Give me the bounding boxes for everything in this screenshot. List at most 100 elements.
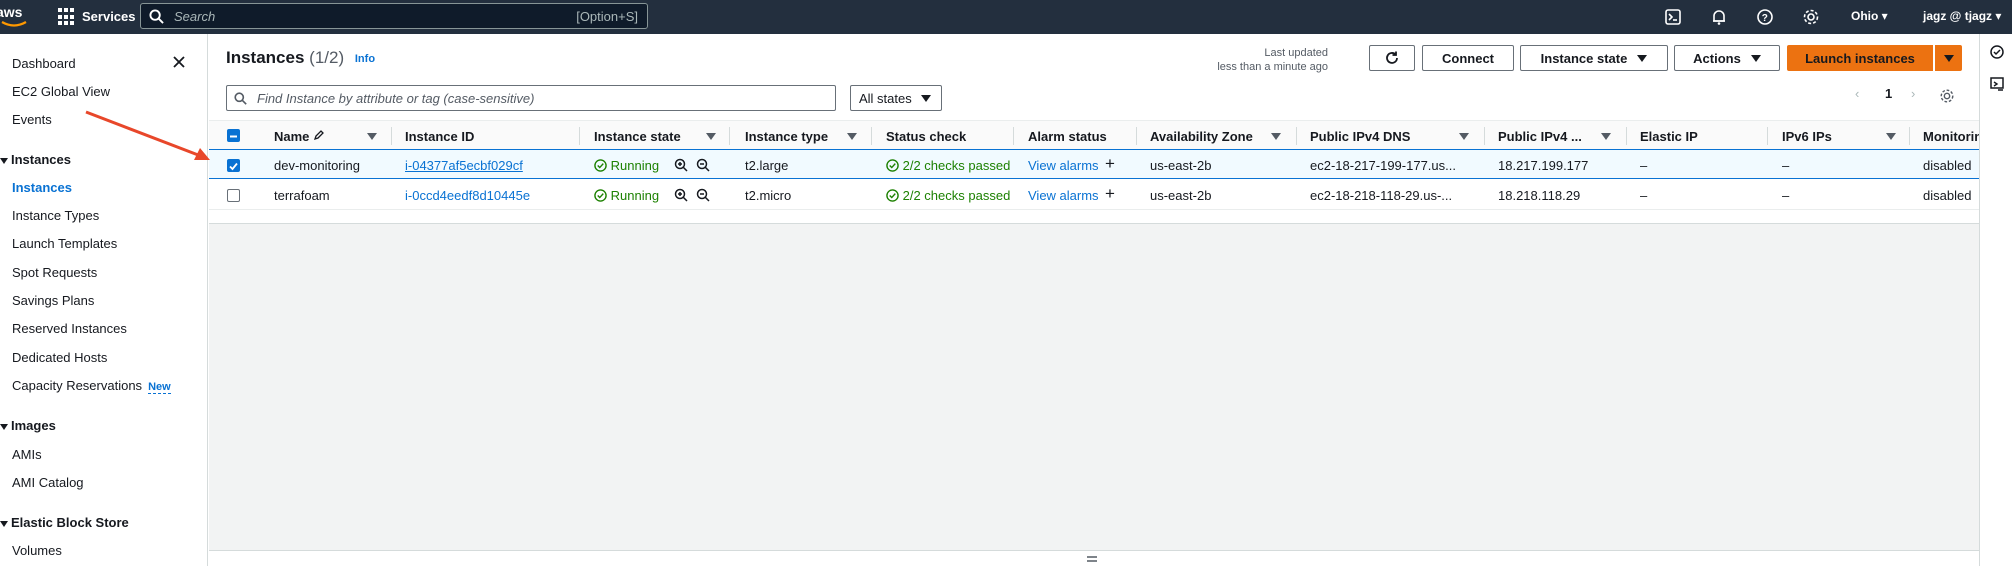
sidebar-item-ec2-global-view[interactable]: EC2 Global View	[12, 84, 110, 99]
table-row[interactable]: terrafoam i-0ccd4eedf8d10445e Running t2…	[209, 180, 1979, 210]
table-row[interactable]: dev-monitoring i-04377af5ecbf029cf Runni…	[209, 149, 1979, 179]
close-sidebar-icon[interactable]	[172, 55, 186, 69]
sort-icon[interactable]	[1886, 133, 1896, 140]
previous-page-icon[interactable]: ‹	[1855, 86, 1859, 101]
sidebar-item-ami-catalog[interactable]: AMI Catalog	[12, 475, 84, 490]
column-divider[interactable]	[1484, 127, 1485, 145]
column-divider[interactable]	[391, 127, 392, 145]
sort-icon[interactable]	[1459, 133, 1469, 140]
column-divider[interactable]	[729, 127, 730, 145]
instance-filter-input[interactable]: Find Instance by attribute or tag (case-…	[226, 85, 836, 111]
launch-instances-button[interactable]: Launch instances	[1787, 45, 1933, 71]
column-header-elastic-ip[interactable]: Elastic IP	[1640, 129, 1698, 144]
user-label: jagz @ tjagz	[1923, 9, 1993, 23]
column-header-public-ipv4-dns[interactable]: Public IPv4 DNS	[1310, 129, 1410, 144]
settings-gear-icon[interactable]	[1802, 8, 1820, 26]
split-panel-icon[interactable]	[1989, 76, 2005, 92]
instance-id-link[interactable]: i-0ccd4eedf8d10445e	[405, 188, 530, 203]
row-checkbox[interactable]	[227, 189, 240, 202]
public-dns: ec2-18-218-118-29.us-...	[1310, 188, 1453, 203]
sidebar-item-launch-templates[interactable]: Launch Templates	[12, 236, 117, 251]
zoom-out-icon[interactable]	[696, 188, 710, 202]
sidebar-item-volumes[interactable]: Volumes	[12, 543, 62, 558]
search-input[interactable]: Search [Option+S]	[140, 3, 648, 29]
sort-icon[interactable]	[706, 133, 716, 140]
zoom-in-icon[interactable]	[674, 158, 688, 172]
column-header-instance-type[interactable]: Instance type	[745, 129, 828, 144]
help-icon[interactable]: ?	[1756, 8, 1774, 26]
column-header-name[interactable]: Name	[274, 129, 325, 144]
column-header-status-check[interactable]: Status check	[886, 129, 966, 144]
account-menu[interactable]: jagz @ tjagz ▾	[1923, 9, 2001, 23]
zoom-in-icon[interactable]	[674, 188, 688, 202]
feedback-icon[interactable]	[1989, 44, 2005, 60]
zoom-out-icon[interactable]	[696, 158, 710, 172]
aws-logo[interactable]: aws	[0, 4, 30, 30]
row-checkbox[interactable]	[227, 159, 240, 172]
column-divider[interactable]	[1013, 127, 1014, 145]
notifications-bell-icon[interactable]	[1710, 8, 1728, 26]
sort-icon[interactable]	[1601, 133, 1611, 140]
column-divider[interactable]	[871, 127, 872, 145]
sidebar-item-instance-types[interactable]: Instance Types	[12, 208, 99, 223]
column-divider[interactable]	[1136, 127, 1137, 145]
services-menu[interactable]: Services	[82, 9, 136, 24]
drag-handle-icon[interactable]	[1086, 555, 1098, 563]
column-header-alarm-status[interactable]: Alarm status	[1028, 129, 1107, 144]
column-header-ipv6-ips[interactable]: IPv6 IPs	[1782, 129, 1832, 144]
state-filter-select[interactable]: All states	[850, 85, 942, 111]
selection-count: (1/2)	[309, 48, 345, 67]
launch-instances-dropdown[interactable]	[1935, 45, 1962, 71]
sidebar-section-elastic-block-store[interactable]: Elastic Block Store	[0, 515, 129, 530]
current-page[interactable]: 1	[1885, 86, 1892, 101]
sidebar-item-spot-requests[interactable]: Spot Requests	[12, 265, 97, 280]
column-divider[interactable]	[579, 127, 580, 145]
view-alarms-link[interactable]: View alarms	[1028, 158, 1099, 173]
column-divider[interactable]	[1909, 127, 1910, 145]
column-divider[interactable]	[1767, 127, 1768, 145]
annotation-arrow-icon	[85, 110, 210, 160]
refresh-button[interactable]	[1369, 45, 1415, 71]
sort-icon[interactable]	[1271, 133, 1281, 140]
sidebar-item-amis[interactable]: AMIs	[12, 447, 42, 462]
sidebar-item-events[interactable]: Events	[12, 112, 52, 127]
status-check: 2/2 checks passed	[886, 188, 1012, 203]
split-panel-resize-handle[interactable]	[209, 550, 1979, 566]
add-alarm-icon[interactable]: +	[1105, 154, 1115, 174]
sidebar-item-dedicated-hosts[interactable]: Dedicated Hosts	[12, 350, 107, 365]
monitoring: disabled	[1923, 158, 1972, 173]
public-dns: ec2-18-217-199-177.us...	[1310, 158, 1456, 173]
sidebar-item-instances[interactable]: Instances	[12, 180, 72, 195]
next-page-icon[interactable]: ›	[1911, 86, 1915, 101]
services-grid-icon[interactable]	[58, 8, 76, 26]
add-alarm-icon[interactable]: +	[1105, 184, 1115, 204]
sidebar-item-dashboard[interactable]: Dashboard	[12, 56, 76, 71]
instance-id-link[interactable]: i-04377af5ecbf029cf	[405, 158, 523, 173]
view-alarms-link[interactable]: View alarms	[1028, 188, 1099, 203]
chevron-down-icon	[1750, 54, 1761, 62]
column-header-public-ipv4[interactable]: Public IPv4 ...	[1498, 129, 1582, 144]
search-placeholder: Search	[174, 9, 216, 24]
info-link[interactable]: Info	[355, 53, 375, 65]
sidebar-item-reserved-instances[interactable]: Reserved Instances	[12, 321, 127, 336]
column-header-availability-zone[interactable]: Availability Zone	[1150, 129, 1253, 144]
sort-icon[interactable]	[367, 133, 377, 140]
region-selector[interactable]: Ohio ▾	[1851, 9, 1888, 23]
sidebar-section-images[interactable]: Images	[0, 418, 56, 433]
column-header-instance-id[interactable]: Instance ID	[405, 129, 474, 144]
page-title: Instances (1/2) Info	[226, 48, 376, 67]
actions-button[interactable]: Actions	[1674, 45, 1780, 71]
preferences-gear-icon[interactable]	[1939, 88, 1955, 104]
column-header-instance-state[interactable]: Instance state	[594, 129, 681, 144]
sidebar-section-instances[interactable]: Instances	[0, 152, 71, 167]
column-divider[interactable]	[1296, 127, 1297, 145]
sidebar-item-capacity-reservations[interactable]: Capacity Reservations New	[12, 378, 171, 394]
select-all-checkbox[interactable]	[227, 129, 240, 142]
connect-button[interactable]: Connect	[1422, 45, 1514, 71]
sidebar-item-savings-plans[interactable]: Savings Plans	[12, 293, 94, 308]
cloudshell-icon[interactable]	[1664, 8, 1682, 26]
svg-text:?: ?	[1762, 13, 1768, 24]
instance-state-button[interactable]: Instance state	[1520, 45, 1668, 71]
column-divider[interactable]	[1626, 127, 1627, 145]
sort-icon[interactable]	[847, 133, 857, 140]
